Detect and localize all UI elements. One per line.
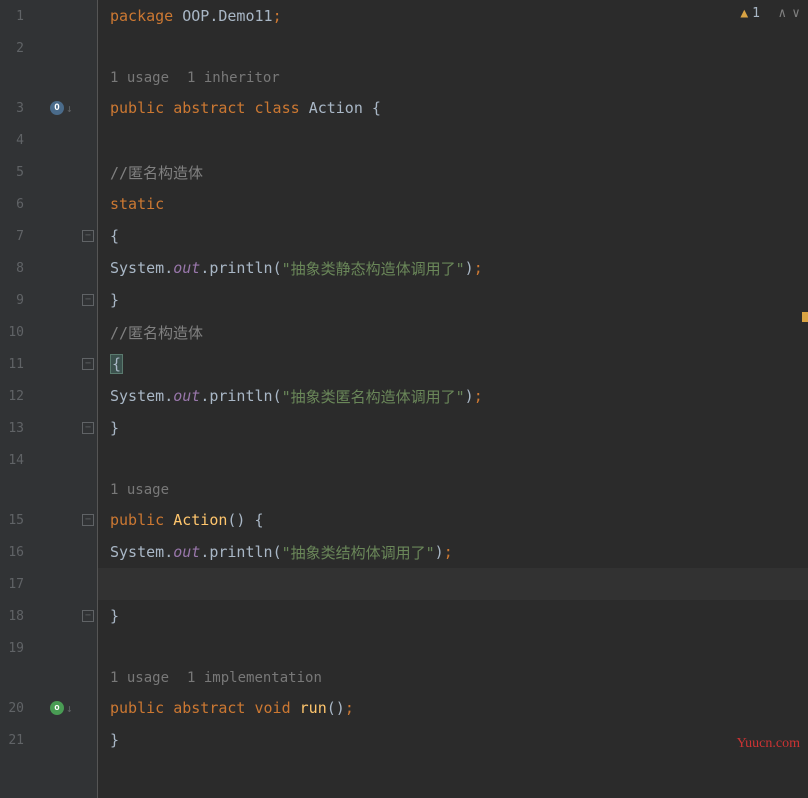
- code-line[interactable]: //匿名构造体: [98, 316, 808, 348]
- line-num-1: 1: [0, 9, 30, 24]
- line-num-9: 9: [0, 293, 30, 308]
- code-line[interactable]: [98, 124, 808, 156]
- code-line[interactable]: [98, 32, 808, 64]
- implementation-icon[interactable]: o: [50, 701, 64, 715]
- inheritor-icon[interactable]: O: [50, 101, 64, 115]
- line-num-17: 17: [0, 577, 30, 592]
- arrow-down-icon: ↓: [66, 102, 73, 115]
- warning-count: 1: [752, 6, 760, 21]
- code-line[interactable]: }: [98, 412, 808, 444]
- code-line-current[interactable]: [98, 568, 808, 600]
- code-line[interactable]: [98, 444, 808, 476]
- code-line[interactable]: public abstract class Action {: [98, 92, 808, 124]
- line-num-12: 12: [0, 389, 30, 404]
- fold-icon[interactable]: −: [82, 514, 94, 526]
- fold-icon[interactable]: −: [82, 230, 94, 242]
- fold-icon[interactable]: −: [82, 358, 94, 370]
- code-line[interactable]: }: [98, 724, 808, 756]
- arrow-down-icon: ↓: [66, 702, 73, 715]
- line-num-19: 19: [0, 641, 30, 656]
- code-line[interactable]: System.out.println("抽象类静态构造体调用了");: [98, 252, 808, 284]
- code-line[interactable]: }: [98, 600, 808, 632]
- line-num-20: 20: [0, 701, 30, 716]
- scrollbar-marker[interactable]: [802, 312, 808, 322]
- code-line[interactable]: public abstract void run();: [98, 692, 808, 724]
- line-num-14: 14: [0, 453, 30, 468]
- code-line[interactable]: {: [98, 348, 808, 380]
- fold-icon[interactable]: −: [82, 294, 94, 306]
- code-line[interactable]: //匿名构造体: [98, 156, 808, 188]
- nav-arrows: ∧ ∨: [778, 6, 800, 21]
- line-num-18: 18: [0, 609, 30, 624]
- gutter: 1 2 3 O ↓ 4 5 6 7 − 8 9 − 10 11 − 12 13 …: [0, 0, 98, 798]
- nav-up-icon[interactable]: ∧: [778, 6, 786, 21]
- warning-triangle-icon: ▲: [740, 6, 748, 21]
- watermark: Yuucn.com: [737, 736, 800, 752]
- line-num-5: 5: [0, 165, 30, 180]
- code-line[interactable]: package OOP.Demo11;: [98, 0, 808, 32]
- code-line[interactable]: System.out.println("抽象类匿名构造体调用了");: [98, 380, 808, 412]
- code-line[interactable]: public Action() {: [98, 504, 808, 536]
- line-num-3: 3: [0, 101, 30, 116]
- line-num-6: 6: [0, 197, 30, 212]
- code-line[interactable]: {: [98, 220, 808, 252]
- line-num-8: 8: [0, 261, 30, 276]
- code-area[interactable]: ▲ 1 ∧ ∨ package OOP.Demo11; 1 usage1 inh…: [98, 0, 808, 798]
- nav-down-icon[interactable]: ∨: [792, 6, 800, 21]
- hint-line[interactable]: 1 usage1 implementation: [98, 664, 808, 692]
- code-line[interactable]: [98, 632, 808, 664]
- line-num-16: 16: [0, 545, 30, 560]
- line-num-13: 13: [0, 421, 30, 436]
- line-num-21: 21: [0, 733, 30, 748]
- line-num-2: 2: [0, 41, 30, 56]
- line-num-15: 15: [0, 513, 30, 528]
- warning-badge[interactable]: ▲ 1: [740, 6, 760, 21]
- code-line[interactable]: System.out.println("抽象类结构体调用了");: [98, 536, 808, 568]
- line-num-4: 4: [0, 133, 30, 148]
- code-editor: 1 2 3 O ↓ 4 5 6 7 − 8 9 − 10 11 − 12 13 …: [0, 0, 808, 798]
- fold-icon[interactable]: −: [82, 610, 94, 622]
- hint-line[interactable]: 1 usage: [98, 476, 808, 504]
- code-line[interactable]: static: [98, 188, 808, 220]
- line-num-7: 7: [0, 229, 30, 244]
- hint-line[interactable]: 1 usage1 inheritor: [98, 64, 808, 92]
- line-num-10: 10: [0, 325, 30, 340]
- line-num-11: 11: [0, 357, 30, 372]
- fold-icon[interactable]: −: [82, 422, 94, 434]
- code-line[interactable]: }: [98, 284, 808, 316]
